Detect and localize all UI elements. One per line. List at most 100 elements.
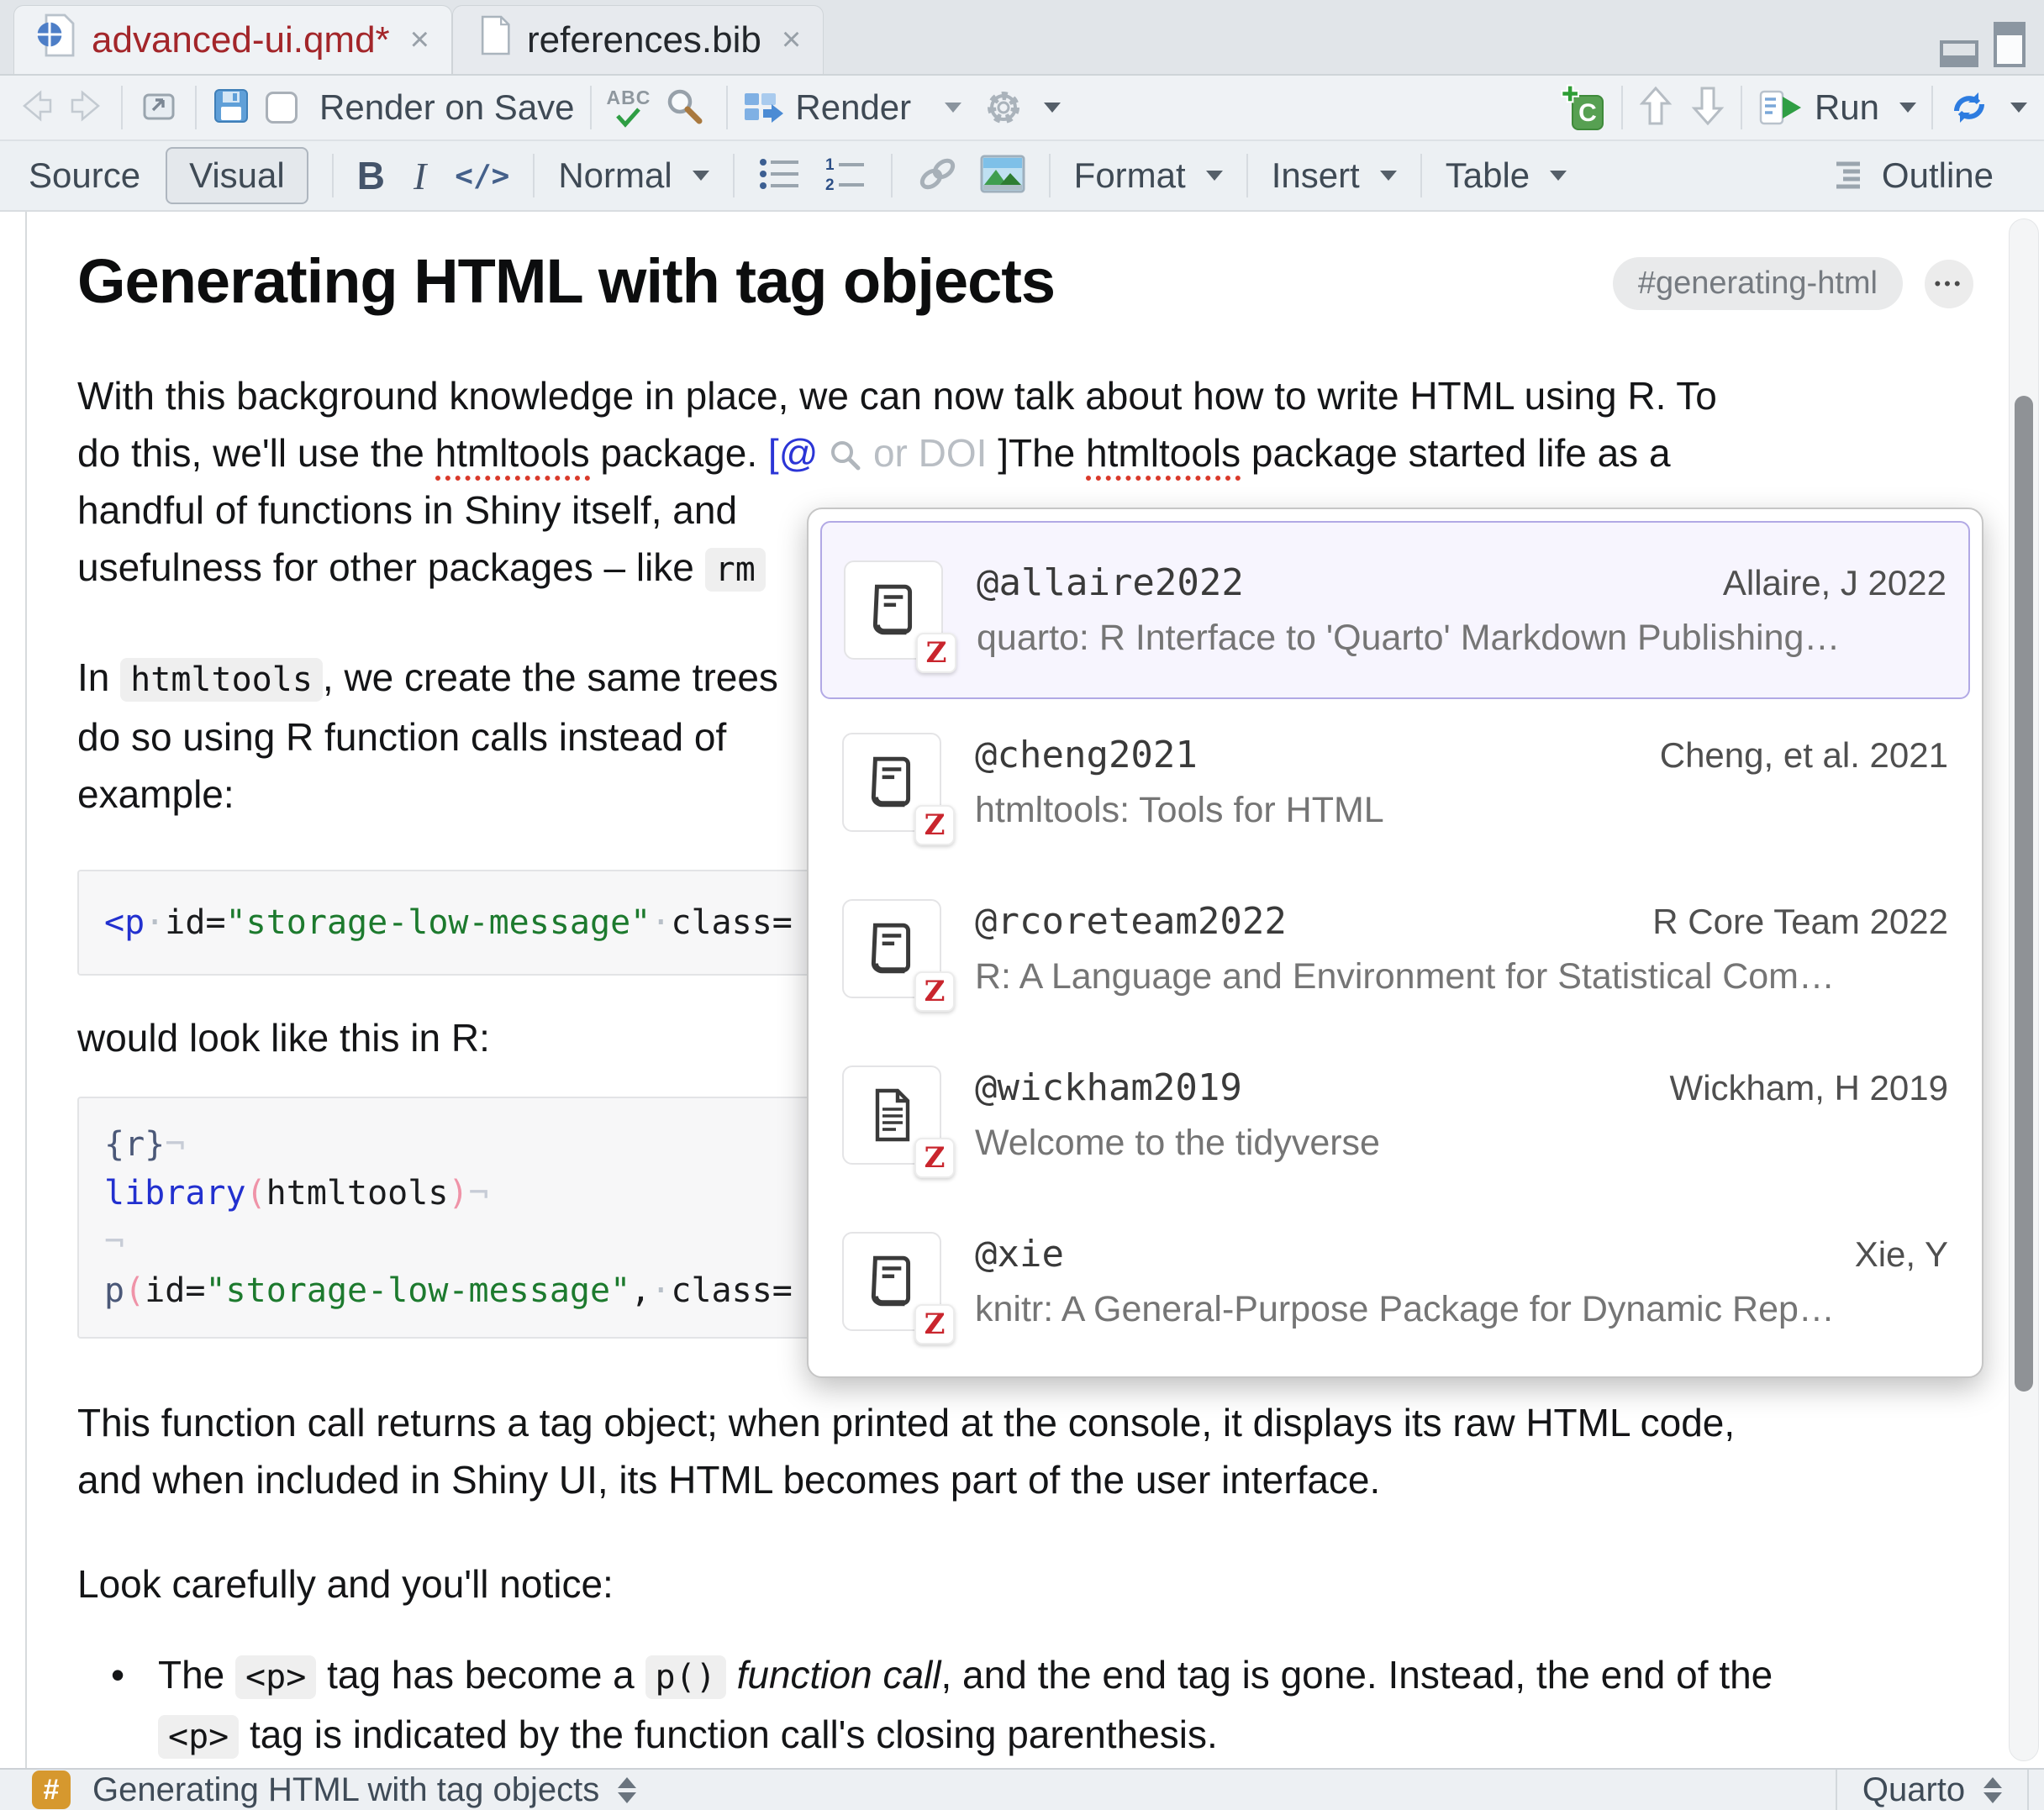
- italic-button[interactable]: I: [414, 154, 426, 198]
- open-in-window-button[interactable]: [138, 87, 180, 129]
- render-icon: [743, 90, 785, 125]
- citation-item-rcoreteam2022[interactable]: Z @rcoreteam2022 R Core Team 2022 R: A L…: [820, 866, 1970, 1032]
- run-dropdown-caret[interactable]: [1899, 103, 1916, 113]
- rerun-icon: [1948, 87, 1990, 128]
- reference-type-icon: Z: [842, 1232, 941, 1331]
- citation-item-wickham2019[interactable]: Z @wickham2019 Wickham, H 2019 Welcome t…: [820, 1032, 1970, 1198]
- vertical-scrollbar[interactable]: [2009, 218, 2039, 1761]
- table-menu-caret: [1550, 171, 1567, 181]
- table-menu-label: Table: [1446, 155, 1530, 196]
- bullet-item-line: • The <p> tag has become a p() function …: [77, 1646, 1973, 1706]
- next-chunk-button[interactable]: [1690, 85, 1725, 131]
- rerun-button[interactable]: [1948, 87, 2027, 128]
- run-button[interactable]: Run: [1757, 87, 1916, 128]
- tab-close-icon[interactable]: ×: [410, 21, 429, 59]
- code-token: id: [165, 903, 205, 942]
- spellcheck-abc-label: ABC: [607, 88, 651, 108]
- citation-author: Xie, Y: [1855, 1234, 1948, 1275]
- spellcheck-check-icon: [614, 108, 643, 128]
- citation-title: knitr: A General-Purpose Package for Dyn…: [975, 1289, 1948, 1330]
- visual-editor-canvas[interactable]: Generating HTML with tag objects #genera…: [0, 212, 2044, 1768]
- insert-chunk-button[interactable]: C: [1559, 84, 1606, 131]
- insert-menu[interactable]: Insert: [1272, 155, 1397, 196]
- svg-text:C: C: [1578, 99, 1597, 127]
- minimize-pane-icon[interactable]: [1940, 40, 1978, 67]
- bullet-marker: •: [77, 1646, 158, 1706]
- quarto-file-icon: [36, 13, 76, 67]
- citation-marker[interactable]: [@: [768, 431, 818, 475]
- citation-item-cheng2021[interactable]: Z @cheng2021 Cheng, et al. 2021 htmltool…: [820, 699, 1970, 866]
- separator: [733, 154, 735, 197]
- reference-type-icon: Z: [842, 733, 941, 832]
- citation-placeholder: or DOI: [873, 431, 998, 475]
- bold-button[interactable]: B: [357, 153, 385, 198]
- separator: [1049, 154, 1051, 197]
- render-on-save-checkbox[interactable]: [266, 92, 298, 124]
- render-label: Render: [795, 87, 911, 128]
- gear-dropdown-caret[interactable]: [1044, 103, 1061, 113]
- code-token: <p: [104, 903, 145, 942]
- inline-code-button[interactable]: </>: [455, 159, 509, 193]
- tab-advanced-ui-qmd[interactable]: advanced-ui.qmd* ×: [13, 5, 452, 74]
- back-button[interactable]: [17, 88, 55, 128]
- outline-location-selector[interactable]: Generating HTML with tag objects: [92, 1771, 599, 1809]
- heading-level-icon: #: [32, 1771, 71, 1809]
- citation-item-xie[interactable]: Z @xie Xie, Y knitr: A General-Purpose P…: [820, 1198, 1970, 1365]
- render-button[interactable]: Render: [743, 87, 961, 128]
- separator: [1420, 154, 1422, 197]
- insert-menu-label: Insert: [1272, 155, 1360, 196]
- separator: [1741, 86, 1742, 129]
- main-toolbar: Render on Save ABC Render: [0, 76, 2044, 141]
- paragraph-style-dropdown[interactable]: Normal: [558, 155, 709, 196]
- outline-toggle[interactable]: Outline: [1835, 155, 1994, 196]
- inline-code: p(): [645, 1655, 726, 1699]
- bullet-item-line: <p> tag is indicated by the function cal…: [77, 1706, 1973, 1765]
- numbered-list-button[interactable]: 1 2: [824, 155, 867, 197]
- separator: [1931, 86, 1933, 129]
- previous-chunk-button[interactable]: [1638, 85, 1673, 131]
- separator: [195, 86, 197, 129]
- outline-location-caret-icon[interactable]: [618, 1777, 636, 1803]
- code-token: class=: [671, 903, 793, 942]
- inline-code: rm: [705, 548, 766, 592]
- format-menu[interactable]: Format: [1074, 155, 1223, 196]
- save-button[interactable]: [212, 87, 250, 129]
- render-settings-button[interactable]: [983, 87, 1061, 128]
- code-token: =: [205, 903, 225, 942]
- svg-text:2: 2: [825, 176, 835, 192]
- format-menu-caret: [1206, 171, 1223, 181]
- editor-tab-bar: advanced-ui.qmd* × references.bib ×: [0, 0, 2044, 76]
- separator: [891, 154, 893, 197]
- citation-author: Cheng, et al. 2021: [1660, 735, 1948, 776]
- render-on-save-control[interactable]: Render on Save: [266, 87, 575, 128]
- rerun-dropdown-caret[interactable]: [2010, 103, 2027, 113]
- spellcheck-button[interactable]: ABC: [607, 88, 651, 128]
- text-line: With this background knowledge in place,…: [77, 367, 1973, 424]
- visual-mode-button[interactable]: Visual: [166, 147, 308, 204]
- section-anchor-badge: #generating-html: [1613, 257, 1903, 310]
- citation-item-allaire2022[interactable]: Z @allaire2022 Allaire, J 2022 quarto: R…: [820, 521, 1970, 699]
- tab-close-icon[interactable]: ×: [782, 21, 801, 59]
- table-menu[interactable]: Table: [1446, 155, 1567, 196]
- tab-references-bib[interactable]: references.bib ×: [452, 5, 824, 74]
- citation-id: @cheng2021: [975, 734, 1198, 776]
- article-type-icon: Z: [842, 1065, 941, 1165]
- link-button[interactable]: [916, 155, 960, 197]
- editor-mode-selector[interactable]: Quarto: [1836, 1770, 2027, 1810]
- forward-button[interactable]: [67, 88, 106, 128]
- section-options-button[interactable]: •••: [1925, 260, 1973, 308]
- source-mode-button[interactable]: Source: [29, 155, 140, 196]
- run-label: Run: [1815, 87, 1879, 128]
- maximize-pane-icon[interactable]: [1994, 22, 2026, 67]
- separator: [590, 86, 592, 129]
- zotero-badge: Z: [914, 971, 955, 1012]
- tab-label: advanced-ui.qmd*: [92, 19, 390, 61]
- scrollbar-thumb[interactable]: [2015, 396, 2033, 1392]
- render-dropdown-caret[interactable]: [945, 103, 961, 113]
- citation-search-icon: [829, 439, 862, 472]
- find-replace-icon[interactable]: [664, 86, 704, 130]
- bullet-list-button[interactable]: [758, 155, 802, 197]
- citation-id: @rcoreteam2022: [975, 900, 1287, 943]
- image-button[interactable]: [980, 155, 1025, 197]
- citation-title: Welcome to the tidyverse: [975, 1123, 1948, 1164]
